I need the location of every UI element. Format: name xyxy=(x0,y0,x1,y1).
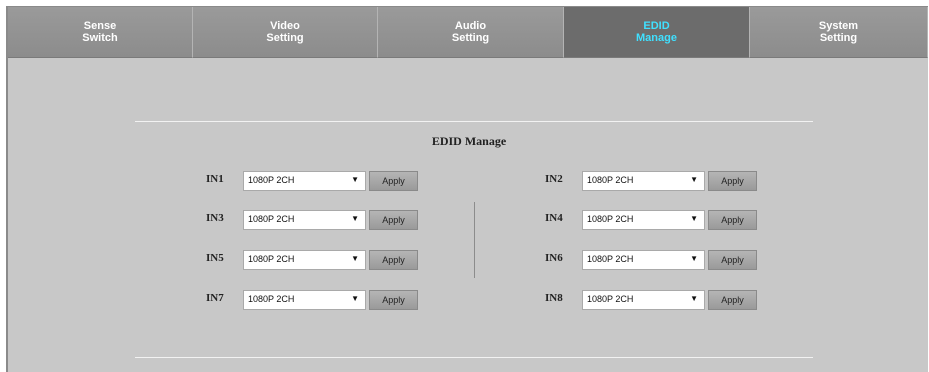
tab-label: System Setting xyxy=(818,20,859,44)
apply-button-in1[interactable]: Apply xyxy=(369,171,418,191)
section-title: EDID Manage xyxy=(431,134,507,148)
select-value: 1080P 2CH xyxy=(248,294,295,304)
apply-button-in3[interactable]: Apply xyxy=(369,210,418,230)
input-label: IN7 xyxy=(206,292,224,304)
input-label: IN5 xyxy=(206,252,224,264)
select-value: 1080P 2CH xyxy=(248,214,295,224)
dropdown-arrow-icon: ▼ xyxy=(690,214,698,223)
tab-sense-switch[interactable]: Sense Switch xyxy=(8,7,193,58)
tab-label: Audio Setting xyxy=(451,20,490,44)
apply-button-in4[interactable]: Apply xyxy=(708,210,757,230)
tab-video-setting[interactable]: Video Setting xyxy=(193,7,378,58)
edid-select-in6[interactable]: 1080P 2CH ▼ xyxy=(582,250,705,270)
edid-select-in4[interactable]: 1080P 2CH ▼ xyxy=(582,210,705,230)
edid-select-in3[interactable]: 1080P 2CH ▼ xyxy=(243,210,366,230)
input-label: IN1 xyxy=(206,173,224,185)
edid-select-in5[interactable]: 1080P 2CH ▼ xyxy=(243,250,366,270)
column-divider xyxy=(474,202,475,278)
bottom-divider xyxy=(135,357,813,358)
dropdown-arrow-icon: ▼ xyxy=(351,175,359,184)
input-label: IN4 xyxy=(545,212,563,224)
app-frame: Sense Switch Video Setting Audio Setting… xyxy=(6,6,928,372)
select-value: 1080P 2CH xyxy=(248,254,295,264)
edid-select-in7[interactable]: 1080P 2CH ▼ xyxy=(243,290,366,310)
edid-select-in1[interactable]: 1080P 2CH ▼ xyxy=(243,171,366,191)
input-label: IN8 xyxy=(545,292,563,304)
edid-select-in8[interactable]: 1080P 2CH ▼ xyxy=(582,290,705,310)
dropdown-arrow-icon: ▼ xyxy=(690,294,698,303)
tab-label: Video Setting xyxy=(266,20,304,44)
tab-system-setting[interactable]: System Setting xyxy=(750,7,928,58)
dropdown-arrow-icon: ▼ xyxy=(351,214,359,223)
top-divider xyxy=(135,121,813,122)
apply-button-in5[interactable]: Apply xyxy=(369,250,418,270)
input-label: IN2 xyxy=(545,173,563,185)
tab-edid-manage[interactable]: EDID Manage xyxy=(564,7,750,58)
tab-label: EDID Manage xyxy=(636,20,677,44)
tab-bar: Sense Switch Video Setting Audio Setting… xyxy=(8,7,928,58)
dropdown-arrow-icon: ▼ xyxy=(351,254,359,263)
select-value: 1080P 2CH xyxy=(248,175,295,185)
apply-button-in7[interactable]: Apply xyxy=(369,290,418,310)
apply-button-in6[interactable]: Apply xyxy=(708,250,757,270)
dropdown-arrow-icon: ▼ xyxy=(690,175,698,184)
dropdown-arrow-icon: ▼ xyxy=(690,254,698,263)
apply-button-in8[interactable]: Apply xyxy=(708,290,757,310)
select-value: 1080P 2CH xyxy=(587,214,634,224)
edid-select-in2[interactable]: 1080P 2CH ▼ xyxy=(582,171,705,191)
tab-audio-setting[interactable]: Audio Setting xyxy=(378,7,564,58)
input-label: IN3 xyxy=(206,212,224,224)
input-label: IN6 xyxy=(545,252,563,264)
dropdown-arrow-icon: ▼ xyxy=(351,294,359,303)
select-value: 1080P 2CH xyxy=(587,254,634,264)
select-value: 1080P 2CH xyxy=(587,294,634,304)
tab-label: Sense Switch xyxy=(82,20,118,44)
select-value: 1080P 2CH xyxy=(587,175,634,185)
apply-button-in2[interactable]: Apply xyxy=(708,171,757,191)
